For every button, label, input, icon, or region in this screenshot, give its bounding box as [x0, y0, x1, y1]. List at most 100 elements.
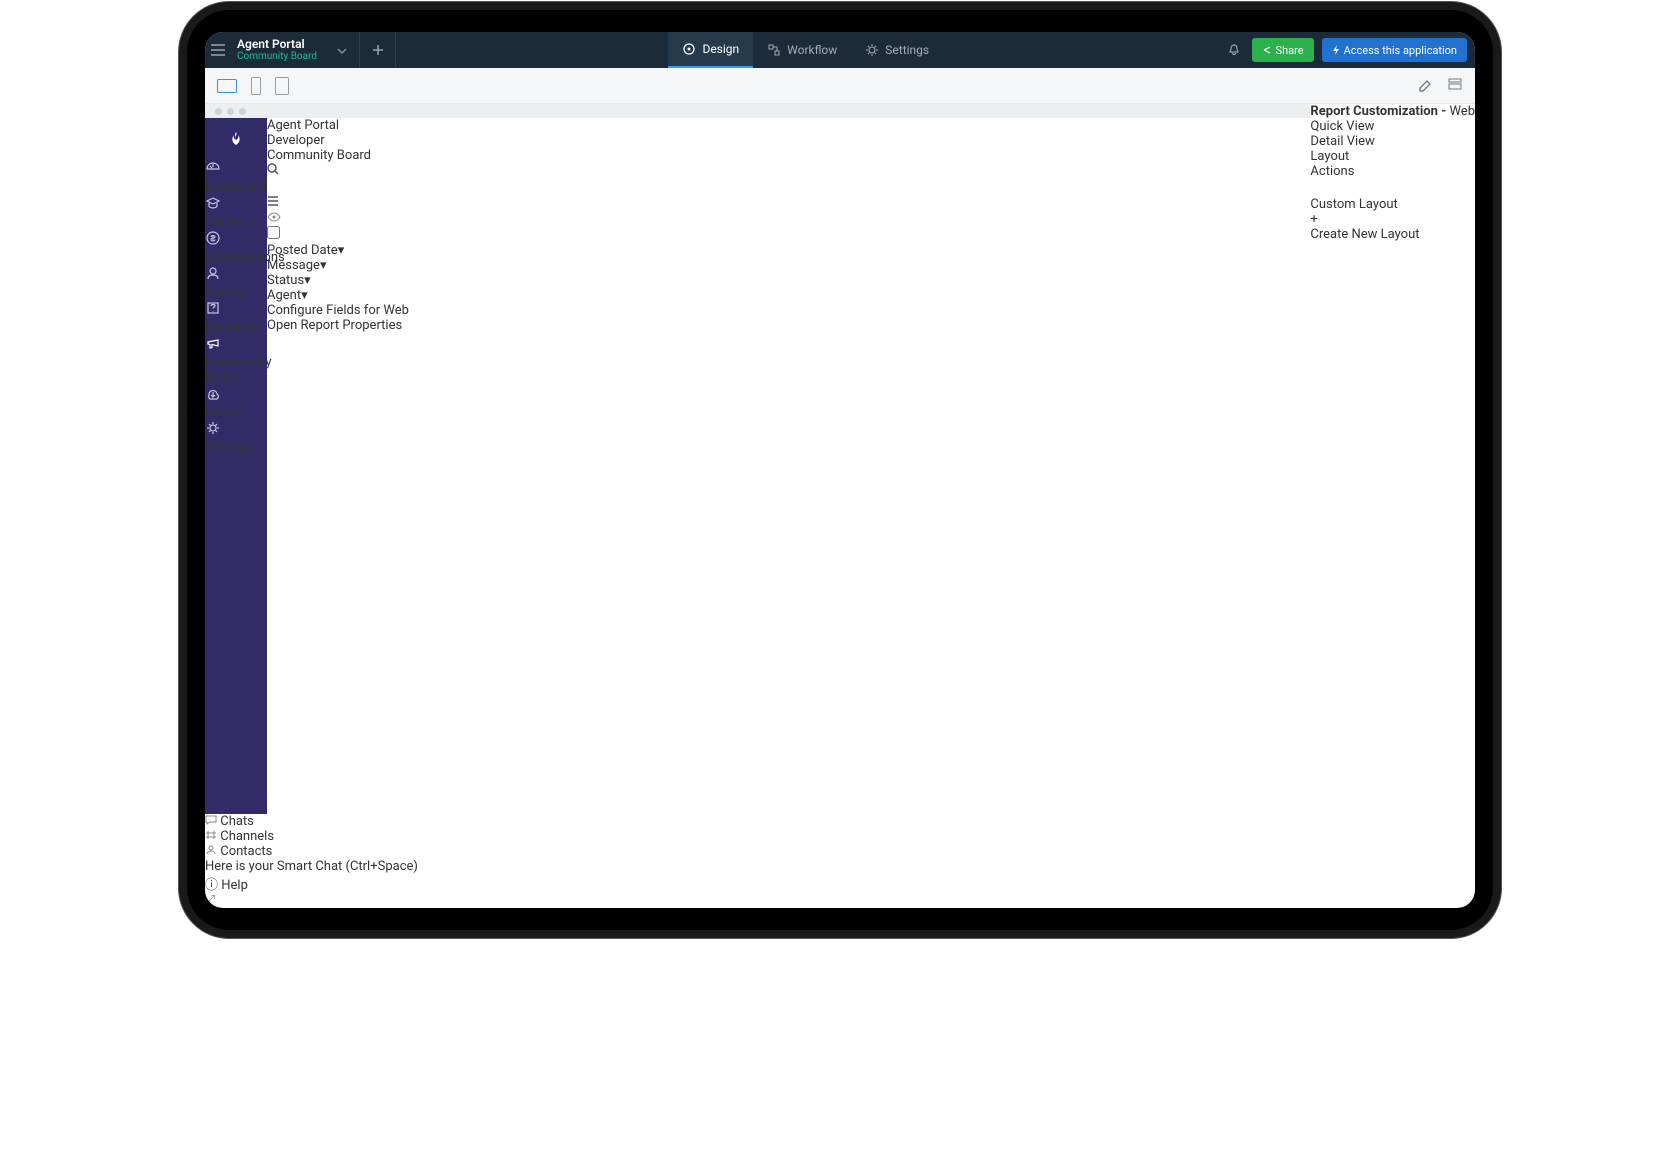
select-all-checkbox[interactable] [267, 226, 409, 243]
sidebar-item-students[interactable]: Students [205, 195, 267, 230]
side-label: Agents [205, 285, 246, 300]
side-label: Enquiries [205, 320, 258, 335]
desktop-icon[interactable] [217, 79, 237, 93]
chevron-down-icon: ▾ [301, 288, 308, 303]
overlay-actions: Configure Fields for Web Open Report Pro… [267, 303, 409, 333]
window-controls [205, 104, 1310, 118]
add-tab-button[interactable] [360, 32, 396, 68]
sidebar-item-dashboard[interactable]: Dashboard [205, 160, 267, 195]
subtab-actions[interactable]: Actions [1310, 164, 1475, 179]
tab-settings[interactable]: Settings [851, 32, 943, 68]
share-label: Share [1276, 44, 1304, 57]
side-label: Community Board [205, 355, 272, 385]
gear-icon [205, 420, 267, 440]
app-logo[interactable] [205, 118, 267, 160]
tab-label: Design [702, 42, 739, 56]
bolt-icon [1332, 45, 1340, 55]
bottom-bar: Chats Channels Contacts Here is your Sma… [205, 814, 1475, 908]
sidebar-item-commissions[interactable]: Commissions [205, 230, 267, 265]
configure-fields-button[interactable]: Configure Fields for Web [267, 303, 409, 318]
side-label: Dashboard [205, 180, 268, 195]
access-app-button[interactable]: Access this application [1322, 38, 1467, 62]
tab-label: Settings [885, 43, 929, 57]
phone-icon[interactable] [251, 77, 261, 95]
app-tab[interactable]: Agent Portal Community Board [231, 32, 360, 68]
share-button[interactable]: Share [1252, 38, 1314, 62]
create-layout-button[interactable]: + Create New Layout [1310, 212, 1475, 242]
share-icon [1262, 45, 1272, 55]
column-posted-date[interactable]: Posted Date▾ [267, 243, 409, 258]
custom-layout-label: Custom Layout [1310, 197, 1475, 212]
side-label: Import [205, 405, 244, 420]
chevron-down-icon: ▾ [320, 258, 327, 273]
builder-tabs: Design Workflow Settings [668, 32, 943, 68]
layout-icon[interactable] [1447, 76, 1463, 96]
sidebar-item-import[interactable]: Import [205, 385, 267, 420]
megaphone-icon [205, 335, 267, 355]
help-icon: ⓘ [205, 878, 218, 893]
tab-label: Workflow [787, 43, 837, 57]
open-report-properties-button[interactable]: Open Report Properties [267, 318, 409, 333]
enquiries-icon [205, 300, 267, 320]
current-user-name: Developer [267, 133, 409, 148]
sidebar-item-community-board[interactable]: Community Board [205, 335, 267, 385]
table-header: Posted Date▾ Message▾ Status▾ Agent▾ [267, 211, 409, 303]
chevron-down-icon[interactable] [337, 43, 347, 58]
create-label: Create New Layout [1310, 227, 1475, 242]
tablet-icon[interactable] [275, 77, 289, 95]
smart-chat-input[interactable]: Here is your Smart Chat (Ctrl+Space) [205, 859, 1475, 874]
tab-detail-view[interactable]: Detail View [1310, 134, 1475, 149]
flame-icon [229, 131, 243, 147]
side-label: Students [205, 215, 257, 230]
right-panel: Report Customization - Web Quick View De… [1310, 104, 1475, 814]
sidebar-item-settings[interactable]: Settings [205, 420, 267, 455]
tab-design[interactable]: Design [668, 32, 753, 68]
expand-icon[interactable]: ⤢ [205, 893, 215, 908]
help-button[interactable]: ⓘ Help [205, 874, 1475, 893]
main-area: Dashboard Students Commissions Agents [205, 104, 1475, 814]
section-header: Community Board [267, 148, 409, 211]
search-icon [267, 163, 279, 175]
device-toolbar [205, 68, 1475, 104]
students-icon [205, 195, 267, 215]
notifications-icon[interactable] [1216, 43, 1252, 57]
sidebar-item-agents[interactable]: Agents [205, 265, 267, 300]
layout-picker [1310, 179, 1475, 197]
agents-icon [205, 265, 267, 285]
column-status[interactable]: Status▾ [267, 273, 409, 288]
theme-icon[interactable] [1417, 76, 1433, 96]
tab-quick-view[interactable]: Quick View [1310, 119, 1475, 134]
more-menu-button[interactable] [267, 195, 409, 211]
plus-icon [267, 179, 279, 191]
visibility-column[interactable] [267, 211, 409, 226]
column-message[interactable]: Message▾ [267, 258, 409, 273]
view-tabs: Quick View Detail View [1310, 119, 1475, 149]
chat-icon [205, 814, 217, 829]
layout-option-2[interactable] [1310, 179, 1475, 187]
column-agent[interactable]: Agent▾ [267, 288, 409, 303]
search-button[interactable] [267, 163, 409, 179]
sub-tabs: Layout Actions [1310, 149, 1475, 179]
menu-icon[interactable] [205, 44, 231, 56]
add-record-button[interactable] [267, 179, 409, 195]
app-sidebar: Dashboard Students Commissions Agents [205, 118, 267, 814]
subtab-layout[interactable]: Layout [1310, 149, 1475, 164]
layout-option-3[interactable] [1310, 187, 1475, 197]
workflow-icon [767, 43, 781, 57]
sidebar-item-enquiries[interactable]: Enquiries [205, 300, 267, 335]
tab-workflow[interactable]: Workflow [753, 32, 851, 68]
dashboard-icon [205, 160, 267, 180]
plus-icon: + [1310, 212, 1475, 227]
canvas-frame: Dashboard Students Commissions Agents [205, 104, 1310, 814]
app-name: Agent Portal [237, 38, 317, 51]
chevron-down-icon: ▾ [338, 243, 345, 258]
bottom-tab-contacts[interactable]: Contacts [205, 844, 1475, 859]
app-sub: Community Board [237, 51, 317, 62]
side-label: Settings [205, 440, 252, 455]
page-header: Agent Portal Developer [267, 118, 409, 148]
bottom-tab-chats[interactable]: Chats [205, 814, 1475, 829]
top-app-bar: Agent Portal Community Board Design Work… [205, 32, 1475, 68]
page-title: Agent Portal [267, 118, 409, 133]
bottom-tab-channels[interactable]: Channels [205, 829, 1475, 844]
menu-icon [267, 195, 279, 207]
